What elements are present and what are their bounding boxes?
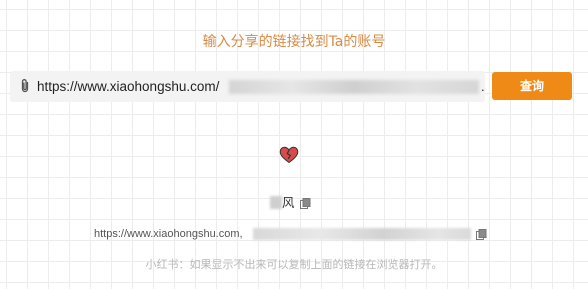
url-trailing-char: . bbox=[481, 79, 485, 94]
hint-text: 小红书：如果显示不出来可以复制上面的链接在浏览器打开。 bbox=[145, 258, 443, 271]
paperclip-icon bbox=[21, 79, 29, 93]
redacted-name-part bbox=[270, 196, 282, 209]
page-title: 输入分享的链接找到Ta的账号 bbox=[202, 34, 386, 50]
result-name-text: 风 bbox=[282, 195, 295, 210]
copy-icon[interactable] bbox=[300, 198, 311, 209]
redacted-url-segment bbox=[229, 80, 479, 94]
redacted-link-segment bbox=[253, 228, 471, 240]
search-bar[interactable]: . bbox=[10, 71, 485, 102]
query-button[interactable]: 查询 bbox=[492, 72, 572, 100]
copy-icon[interactable] bbox=[476, 229, 487, 240]
result-link[interactable]: https://www.xiaohongshu.com, bbox=[94, 227, 243, 241]
broken-heart-icon bbox=[279, 146, 299, 164]
